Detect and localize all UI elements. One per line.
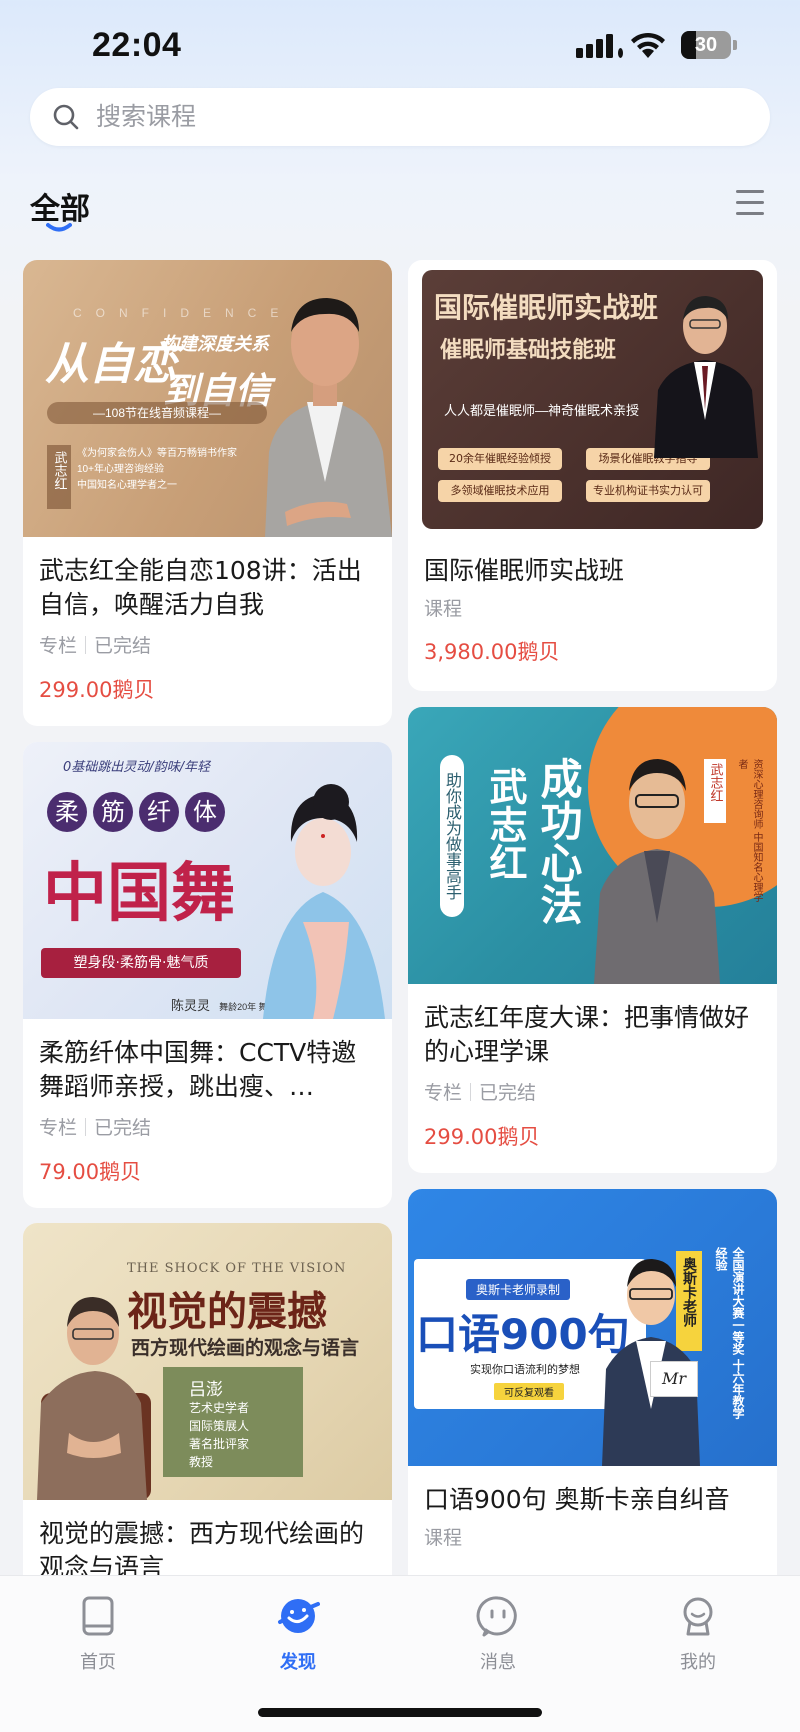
cellular-signal-icon [576,34,623,58]
cover-author: 吕澎 [189,1380,223,1400]
course-title: 武志红全能自恋108讲：活出自信，唤醒活力自我 [39,556,362,619]
cover-chars: 柔 筋 纤 体 [47,792,225,832]
cover-slogan: 人人都是催眠师—神奇催眠术亲授 [444,403,640,418]
cover-author-box: 吕澎 艺术史学者 国际策展人 著名批评家 教授 [163,1367,303,1477]
discover-planet-icon [278,1599,320,1633]
home-indicator[interactable] [258,1708,542,1717]
course-price: 299.00鹅贝 [39,678,155,702]
cover-side-text: 全国演讲大赛一等奖 十六年教学经验 [714,1247,745,1420]
course-card[interactable]: 0基础跳出灵动/韵味/年轻 柔 筋 纤 体 中国舞 塑身段·柔筋骨·魅气质 陈灵… [23,742,392,1208]
cover-headline: 成功心法 [534,757,583,925]
tab-discover[interactable]: 发现 [238,1594,358,1674]
tab-label: 消息 [480,1652,516,1673]
course-cover-image: 助你成为做事高手 武志红 成功心法 武志红 资深心理咨询师 中国知名心理学者 [408,707,777,984]
cover-author-tag: 武志红 [47,445,71,509]
course-card[interactable]: 助你成为做事高手 武志红 成功心法 武志红 资深心理咨询师 中国知名心理学者 武… [408,707,777,1173]
course-title: 柔筋纤体中国舞：CCTV特邀舞蹈师亲授，跳出瘦、… [39,1038,357,1101]
search-icon [53,104,79,130]
active-tab-indicator [46,223,72,232]
course-title: 武志红年度大课：把事情做好的心理学课 [424,1003,750,1066]
course-price: 79.00鹅贝 [39,1160,142,1184]
teacher-portrait [602,1259,700,1466]
cover-tag: 20余年催眠经验倾授 [438,448,562,470]
course-meta: 专栏 已完结 [39,635,152,657]
course-cover-image: 0基础跳出灵动/韵味/年轻 柔 筋 纤 体 中国舞 塑身段·柔筋骨·魅气质 陈灵… [23,742,392,1019]
cover-eng: THE SHOCK OF THE VISION [127,1261,347,1276]
tab-home[interactable]: 首页 [38,1594,158,1674]
cover-name: 武志红 [483,767,528,881]
cover-note: 可反复观看 [494,1383,564,1400]
cover-bullets: 《为何家会伤人》等百万畅销书作家 10+年心理咨询经验 中国知名心理学者之一 [77,448,237,491]
wifi-icon [631,32,665,58]
cover-slogan: 实现你口语流利的梦想 [470,1363,580,1376]
tab-profile[interactable]: 我的 [638,1594,758,1674]
tab-label: 首页 [80,1652,116,1673]
cover-roles: 艺术史学者 国际策展人 著名批评家 教授 [189,1401,250,1469]
course-card[interactable]: CONFIDENCE 构建深度关系 从自恋 到自信 —108节在线音频课程— 武… [23,260,392,726]
course-title: 国际催眠师实战班 [424,556,625,585]
cover-badge: 奥斯卡老师录制 [466,1279,571,1300]
course-card[interactable]: THE SHOCK OF THE VISION 视觉的震撼 西方现代绘画的观念与… [23,1223,392,1623]
author-portrait [265,298,392,537]
course-card[interactable]: 国际催眠师实战班 催眠师基础技能班 人人都是催眠师—神奇催眠术亲授 20余年催眠… [408,260,777,691]
menu-icon[interactable] [736,190,766,216]
cover-top-line: 0基础跳出灵动/韵味/年轻 [63,760,211,775]
course-meta: 专栏 已完结 [39,1117,152,1139]
course-meta: 专栏 已完结 [424,1082,537,1104]
message-icon [476,1596,517,1637]
cover-ribbon: 塑身段·柔筋骨·魅气质 [41,948,241,978]
tab-label: 发现 [280,1652,316,1673]
search-input[interactable]: 搜索课程 [96,100,196,134]
tab-label: 我的 [680,1652,716,1673]
cover-side-caption: 助你成为做事高手 [440,755,464,917]
course-cover-image: 国际催眠师实战班 催眠师基础技能班 人人都是催眠师—神奇催眠术亲授 20余年催眠… [422,270,763,529]
author-portrait [654,296,758,458]
cover-author: 武志红 [51,451,67,490]
cover-author-note: 资深心理咨询师 中国知名心理学者 [736,759,762,903]
cover-headline: 从自恋 [45,339,177,390]
cover-tag: 多领域催眠技术应用 [438,480,562,502]
battery-percent: 30 [694,34,718,56]
profile-icon [683,1597,713,1636]
tab-messages[interactable]: 消息 [438,1594,558,1674]
course-cover-image: 奥斯卡老师录制 口语900句 实现你口语流利的梦想 可反复观看 奥斯卡老师 全国… [408,1189,777,1466]
course-card[interactable]: 奥斯卡老师录制 口语900句 实现你口语流利的梦想 可反复观看 奥斯卡老师 全国… [408,1189,777,1623]
battery-icon: 30 [681,31,731,59]
status-bar: 22:04 30 [0,0,800,86]
dancer-portrait [263,784,385,1019]
book-icon [82,1596,114,1636]
course-title: 口语900句 奥斯卡亲自纠音 [424,1485,730,1514]
cover-tag: 专业机构证书实力认可 [586,480,710,502]
course-price: 299.00鹅贝 [424,1125,540,1149]
course-price: 3,980.00鹅贝 [424,640,560,664]
course-cover-image: THE SHOCK OF THE VISION 视觉的震撼 西方现代绘画的观念与… [23,1223,392,1500]
cover-subheadline: 催眠师基础技能班 [440,337,617,363]
cover-card: Mr [650,1361,698,1397]
course-meta: 课程 [424,1527,463,1549]
cover-headline: 国际催眠师实战班 [434,291,659,324]
author-portrait [594,759,720,984]
course-cover-image: CONFIDENCE 构建深度关系 从自恋 到自信 —108节在线音频课程— 武… [23,260,392,537]
cover-subtitle: —108节在线音频课程— [47,402,267,424]
status-time: 22:04 [92,26,182,64]
course-meta: 课程 [424,598,463,620]
author-portrait [37,1297,151,1500]
cover-headline: 中国舞 [43,856,235,931]
cover-tagline: 构建深度关系 [161,334,269,355]
search-bar[interactable]: 搜索课程 [30,88,770,146]
